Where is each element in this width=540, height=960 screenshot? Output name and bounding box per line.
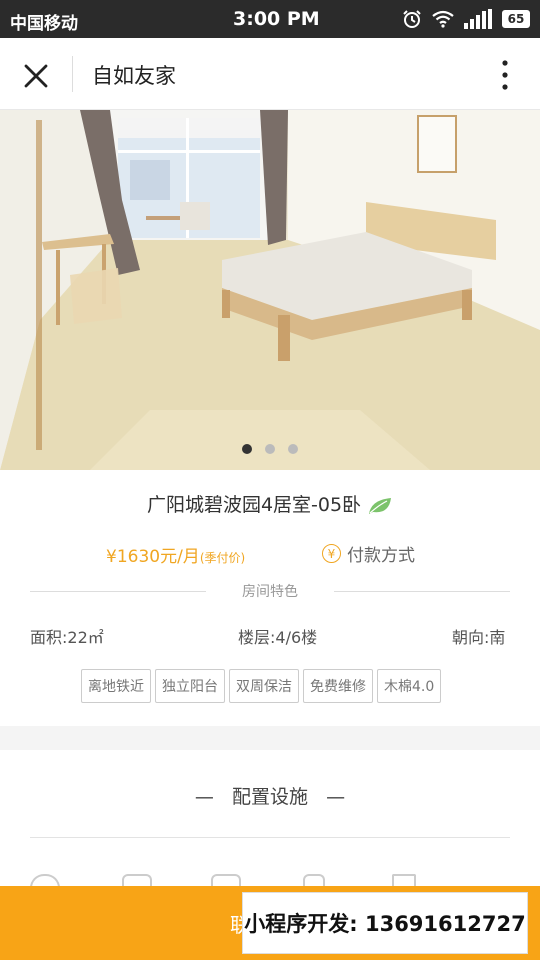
price-note: (季付价) [199, 551, 246, 565]
config-heading: — 配置设施 — [194, 786, 346, 808]
leaf-icon [369, 497, 392, 514]
gallery-dot-active[interactable] [242, 444, 252, 454]
room-photo[interactable] [0, 110, 540, 470]
gallery-pagination [0, 444, 540, 454]
config-title: 配置设施 [231, 786, 308, 808]
payment-label: 付款方式 [347, 546, 415, 566]
feature-tag: 离地铁近 [81, 669, 151, 703]
gallery-dot[interactable] [288, 444, 298, 454]
clock-time: 3:00 PM [233, 8, 320, 30]
section-gap [0, 726, 540, 750]
promo-overlay: 小程序开发: 13691612727 [242, 892, 528, 954]
features-heading-text: 房间特色 [242, 584, 298, 600]
status-bar: 中国移动 3:00 PM 65 [0, 0, 540, 38]
gallery-dot[interactable] [265, 444, 275, 454]
page-title: 自如友家 [92, 64, 176, 88]
battery-icon: 65 [502, 10, 530, 28]
price-value: ¥1630元/月 [106, 547, 200, 567]
room-floor: 楼层:4/6楼 [238, 628, 318, 647]
nav-divider [72, 56, 73, 92]
yen-icon: ¥ [322, 544, 341, 563]
price: ¥1630元/月(季付价) [106, 542, 245, 567]
wifi-icon [432, 10, 454, 28]
nav-bar: 自如友家 [0, 38, 540, 110]
room-title-row: 广阳城碧波园4居室-05卧 [0, 490, 540, 517]
divider-line [30, 837, 510, 838]
room-title: 广阳城碧波园4居室-05卧 [146, 494, 362, 516]
feature-tag: 双周保洁 [229, 669, 299, 703]
feature-tag: 木棉4.0 [377, 669, 442, 703]
more-vertical-icon[interactable] [490, 58, 520, 92]
room-area: 面积:22㎡ [30, 628, 104, 647]
feature-tag: 独立阳台 [155, 669, 225, 703]
signal-icon [464, 9, 492, 29]
room-orientation: 朝向:南 [452, 628, 506, 647]
close-icon[interactable] [18, 58, 54, 94]
feature-tag: 免费维修 [303, 669, 373, 703]
features-heading: 房间特色 [30, 580, 510, 602]
alarm-icon [403, 10, 421, 28]
feature-tags: 离地铁近 独立阳台 双周保洁 免费维修 木棉4.0 [81, 669, 442, 703]
payment-method-button[interactable]: ¥ 付款方式 [322, 541, 415, 566]
carrier-name: 中国移动 [10, 14, 78, 34]
